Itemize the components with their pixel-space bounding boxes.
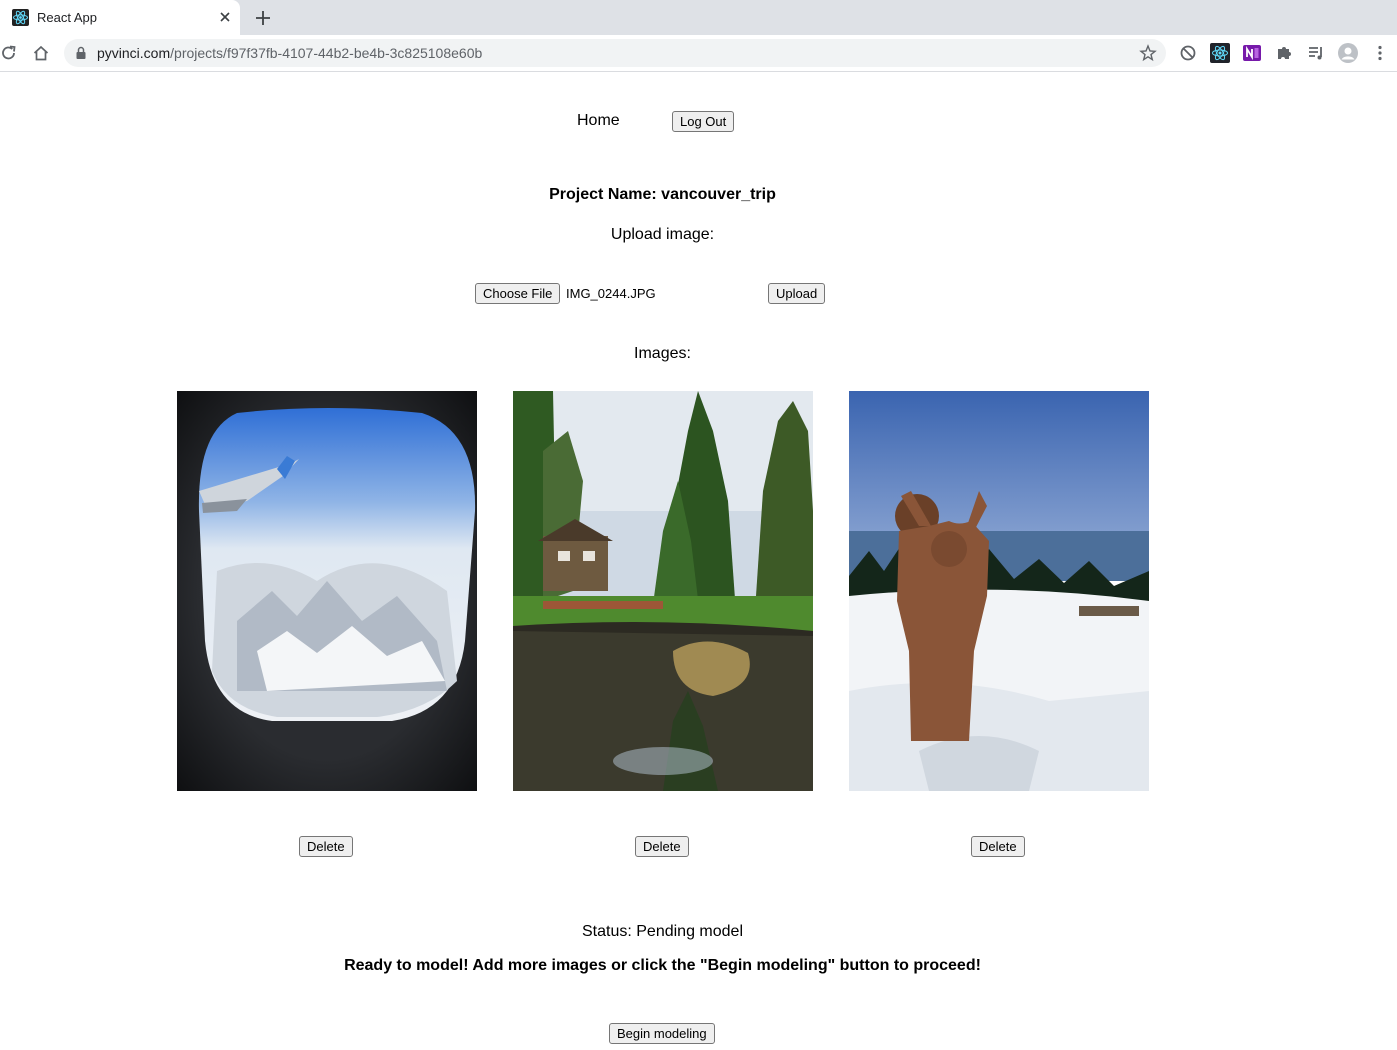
url-text: pyvinci.com/projects/f97f37fb-4107-44b2-… bbox=[97, 45, 482, 61]
reload-icon[interactable] bbox=[0, 44, 18, 62]
puzzle-extensions-icon[interactable] bbox=[1274, 43, 1294, 63]
onenote-extension-icon[interactable] bbox=[1242, 43, 1262, 63]
image-thumbnail-garden-pond bbox=[513, 391, 813, 791]
kebab-menu-icon[interactable] bbox=[1370, 43, 1390, 63]
browser-toolbar: pyvinci.com/projects/f97f37fb-4107-44b2-… bbox=[0, 35, 1397, 72]
lock-icon bbox=[75, 46, 87, 60]
block-extension-icon[interactable] bbox=[1178, 43, 1198, 63]
upload-button[interactable]: Upload bbox=[768, 283, 826, 304]
close-icon[interactable] bbox=[217, 9, 233, 25]
page-title: Project Name: vancouver_trip bbox=[549, 186, 776, 203]
tab-title: React App bbox=[37, 10, 97, 25]
page-content: Home Log Out Project Name: vancouver_tri… bbox=[0, 72, 1397, 1050]
home-icon[interactable] bbox=[32, 44, 50, 62]
media-control-icon[interactable] bbox=[1306, 43, 1326, 63]
image-thumbnail-airplane-window bbox=[177, 391, 477, 791]
home-link[interactable]: Home bbox=[577, 112, 620, 130]
selected-file-name: IMG_0244.JPG bbox=[566, 286, 656, 301]
profile-avatar-icon[interactable] bbox=[1338, 43, 1358, 63]
begin-modeling-button[interactable]: Begin modeling bbox=[609, 1023, 715, 1044]
react-logo-icon bbox=[12, 9, 29, 26]
delete-image-button[interactable]: Delete bbox=[299, 836, 353, 857]
logout-button[interactable]: Log Out bbox=[672, 111, 735, 132]
upload-image-label: Upload image: bbox=[610, 226, 715, 243]
image-thumbnail-statue-in-snow bbox=[849, 391, 1149, 791]
browser-tab[interactable]: React App bbox=[0, 0, 240, 35]
bookmark-star-icon[interactable] bbox=[1139, 44, 1157, 62]
url-path: /projects/f97f37fb-4107-44b2-be4b-3c8251… bbox=[170, 45, 483, 61]
model-status-text: Status: Pending model bbox=[582, 923, 743, 940]
url-host: pyvinci.com bbox=[97, 45, 171, 61]
delete-image-button[interactable]: Delete bbox=[971, 836, 1025, 857]
browser-tab-strip: React App bbox=[0, 0, 1397, 35]
ready-message: Ready to model! Add more images or click… bbox=[344, 957, 981, 974]
images-heading: Images: bbox=[634, 345, 691, 362]
address-bar[interactable]: pyvinci.com/projects/f97f37fb-4107-44b2-… bbox=[64, 39, 1166, 67]
new-tab-plus-icon[interactable] bbox=[254, 9, 272, 27]
react-devtools-extension-icon[interactable] bbox=[1210, 43, 1230, 63]
choose-file-button[interactable]: Choose File bbox=[475, 283, 561, 304]
delete-image-button[interactable]: Delete bbox=[635, 836, 689, 857]
